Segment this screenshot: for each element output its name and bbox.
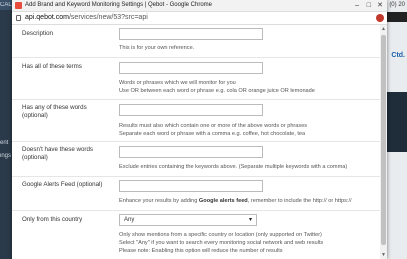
country-help-2: Select "Any" if you want to search every… [119,240,324,246]
url-domain: api.qebot.com [25,14,69,21]
alerts-feed-help-bold: Google alerts feed [198,198,248,204]
background-page-left: CALL ent ings [0,0,12,259]
scroll-up-icon[interactable]: ▲ [381,26,386,32]
form-row-description: Description This is for your own referen… [12,25,380,57]
form-row-country: Only from this country Any ▾ Only show m… [12,210,380,259]
form-row-alerts-feed: Google Alerts Feed (optional) Enhance yo… [12,176,380,211]
any-words-label-line1: Has any of these words [22,104,87,111]
background-text: CALL [0,2,12,8]
qebot-favicon-icon [15,2,22,9]
country-label: Only from this country [22,216,83,223]
scroll-down-icon[interactable]: ▼ [381,252,386,258]
alerts-feed-label: Google Alerts Feed (optional) [22,181,103,188]
form-content: Description This is for your own referen… [12,25,380,259]
alerts-feed-input[interactable] [119,180,263,192]
description-label: Description [22,30,53,37]
lock-icon [16,15,21,21]
form-row-not-words: Doesn't have these words (optional) Excl… [12,141,380,177]
extension-icon[interactable] [376,14,384,22]
any-words-label: Has any of these words (optional) [22,104,112,120]
alerts-feed-help: Enhance your results by adding Google al… [119,197,369,205]
form-row-any-words: Has any of these words (optional) Result… [12,99,380,142]
country-select[interactable]: Any ▾ [119,214,257,226]
country-selected-value: Any [124,217,135,223]
not-words-label: Doesn't have these words (optional) [22,146,112,162]
chrome-popup-window: Add Brand and Keyword Monitoring Setting… [12,0,387,259]
alerts-feed-help-pre: Enhance your results by adding [119,198,199,204]
background-text: ent [0,140,9,146]
url-path: /services/new/53?src=api [68,14,148,21]
minimize-button[interactable]: – [355,0,359,11]
all-terms-input[interactable] [119,62,263,74]
any-words-input[interactable] [119,104,263,116]
caret-down-icon: ▾ [248,217,252,223]
country-help-1: Only show mentions from a specific count… [119,232,322,238]
form-row-all-terms: Has all of these terms Words or phrases … [12,57,380,100]
country-help-3: Please note: Enabling this option will r… [119,248,283,254]
background-block [387,12,407,22]
not-words-label-line1: Doesn't have these words [22,146,94,153]
description-input[interactable] [119,28,263,40]
address-bar[interactable]: api.qebot.com/services/new/53?src=api [12,12,387,25]
scrollbar-thumb[interactable] [381,35,386,245]
all-terms-help-1: Words or phrases which we will monitor f… [119,80,236,86]
not-words-label-line2: (optional) [22,154,48,161]
description-help: This is for your own reference. [119,45,195,51]
background-link: Ctd. [391,52,405,59]
background-text: ings [0,153,12,159]
window-title-bar[interactable]: Add Brand and Keyword Monitoring Setting… [12,0,387,12]
window-title: Add Brand and Keyword Monitoring Setting… [25,2,212,8]
not-words-help: Exclude entries containing the keywords … [119,164,348,170]
vertical-scrollbar[interactable]: ▲ ▼ [380,25,387,259]
any-words-help-1: Results must also which contain one or m… [119,123,308,129]
background-block [387,92,407,152]
close-button[interactable]: ✕ [377,0,383,11]
maximize-button[interactable]: □ [367,0,371,11]
not-words-input[interactable] [119,146,263,158]
url-text[interactable]: api.qebot.com/services/new/53?src=api [25,12,148,24]
any-words-label-line2: (optional) [22,112,48,119]
all-terms-label: Has all of these terms [22,63,82,70]
background-tab-text: (0) 20 [389,2,405,8]
background-page-right: (0) 20 Ctd. [387,0,407,259]
alerts-feed-help-post: , remember to include the http:// or htt… [247,198,352,204]
any-words-help-2: Separate each word or phrase with a comm… [119,131,306,137]
all-terms-help-2: Use OR between each word or phrase e.g. … [119,88,315,94]
